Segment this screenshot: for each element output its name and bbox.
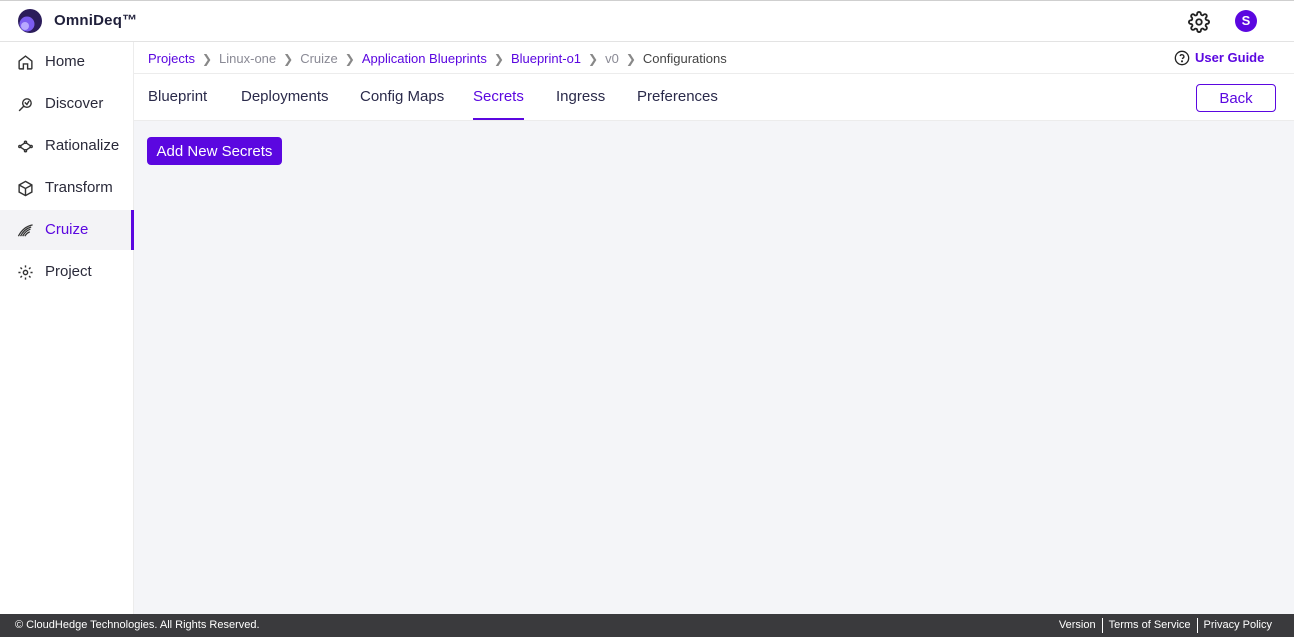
user-avatar[interactable]: S	[1235, 10, 1257, 32]
settings-gear-icon[interactable]	[1188, 11, 1210, 33]
sidebar-item-home[interactable]: Home	[0, 42, 134, 82]
chevron-right-icon: ❯	[588, 51, 599, 66]
sidebar-item-label: Rationalize	[45, 137, 120, 154]
home-icon	[18, 55, 33, 70]
chevron-right-icon: ❯	[625, 51, 636, 66]
tab-preferences[interactable]: Preferences	[637, 88, 718, 105]
breadcrumb-application-blueprints[interactable]: Application Blueprints	[362, 51, 487, 66]
tab-ingress[interactable]: Ingress	[556, 88, 605, 105]
chevron-right-icon: ❯	[201, 51, 213, 66]
sidebar-item-discover[interactable]: Discover	[0, 84, 134, 124]
tab-bar: Blueprint Deployments Config Maps Secret…	[134, 74, 1294, 121]
sidebar-item-label: Discover	[45, 95, 104, 112]
footer-link-terms[interactable]: Terms of Service	[1103, 619, 1197, 631]
cube-icon	[18, 180, 33, 197]
cruize-icon	[17, 224, 33, 237]
sidebar-item-cruize[interactable]: Cruize	[0, 210, 134, 250]
active-tab-indicator	[473, 118, 524, 120]
copyright-text: © CloudHedge Technologies. All Rights Re…	[15, 619, 260, 631]
tab-secrets[interactable]: Secrets	[473, 88, 524, 105]
sidebar: Home Discover Rationalize Transform Crui…	[0, 42, 134, 614]
breadcrumb-bar: Projects ❯ Linux-one ❯ Cruize ❯ Application Bl…	[134, 42, 1294, 74]
user-guide-link[interactable]: User Guide	[1174, 50, 1264, 66]
breadcrumb-projects[interactable]: Projects	[148, 51, 195, 66]
breadcrumb-configurations: Configurations	[642, 51, 727, 67]
add-new-secrets-button[interactable]: Add New Secrets	[147, 137, 282, 165]
help-circle-icon	[1174, 50, 1190, 66]
sidebar-item-label: Project	[45, 263, 92, 280]
footer-link-privacy[interactable]: Privacy Policy	[1198, 619, 1278, 631]
rationalize-icon	[18, 140, 33, 153]
chevron-right-icon: ❯	[344, 51, 355, 66]
tab-config-maps[interactable]: Config Maps	[360, 88, 444, 105]
footer-link-version[interactable]: Version	[1053, 619, 1102, 631]
app-name: OmniDeq™	[54, 12, 138, 29]
top-bar: OmniDeq™ S	[0, 0, 1294, 42]
back-button[interactable]: Back	[1196, 84, 1276, 112]
footer-links: Version Terms of Service Privacy Policy	[1053, 618, 1278, 633]
sidebar-item-transform[interactable]: Transform	[0, 168, 134, 208]
tab-blueprint[interactable]: Blueprint	[148, 88, 207, 105]
discover-icon	[18, 98, 32, 112]
breadcrumb: Projects ❯ Linux-one ❯ Cruize ❯ Application Bl…	[148, 50, 727, 66]
breadcrumb-version: v0	[605, 51, 619, 67]
footer: © CloudHedge Technologies. All Rights Re…	[0, 614, 1294, 637]
sidebar-item-label: Transform	[45, 179, 113, 196]
chevron-right-icon: ❯	[283, 51, 294, 66]
chevron-right-icon: ❯	[493, 51, 504, 66]
sidebar-item-rationalize[interactable]: Rationalize	[0, 126, 134, 166]
breadcrumb-blueprint[interactable]: Blueprint-o1	[511, 51, 581, 66]
user-guide-label: User Guide	[1195, 50, 1265, 65]
breadcrumb-cruize: Cruize	[300, 51, 338, 67]
omnideq-logo-icon	[18, 9, 42, 33]
tab-deployments[interactable]: Deployments	[241, 88, 329, 105]
main-content: Projects ❯ Linux-one ❯ Cruize ❯ Application Bl…	[134, 42, 1294, 614]
sidebar-item-label: Cruize	[45, 221, 89, 238]
gear-icon	[18, 265, 33, 280]
breadcrumb-linux-one: Linux-one	[219, 51, 277, 67]
sidebar-item-project[interactable]: Project	[0, 252, 134, 292]
sidebar-item-label: Home	[45, 53, 86, 70]
